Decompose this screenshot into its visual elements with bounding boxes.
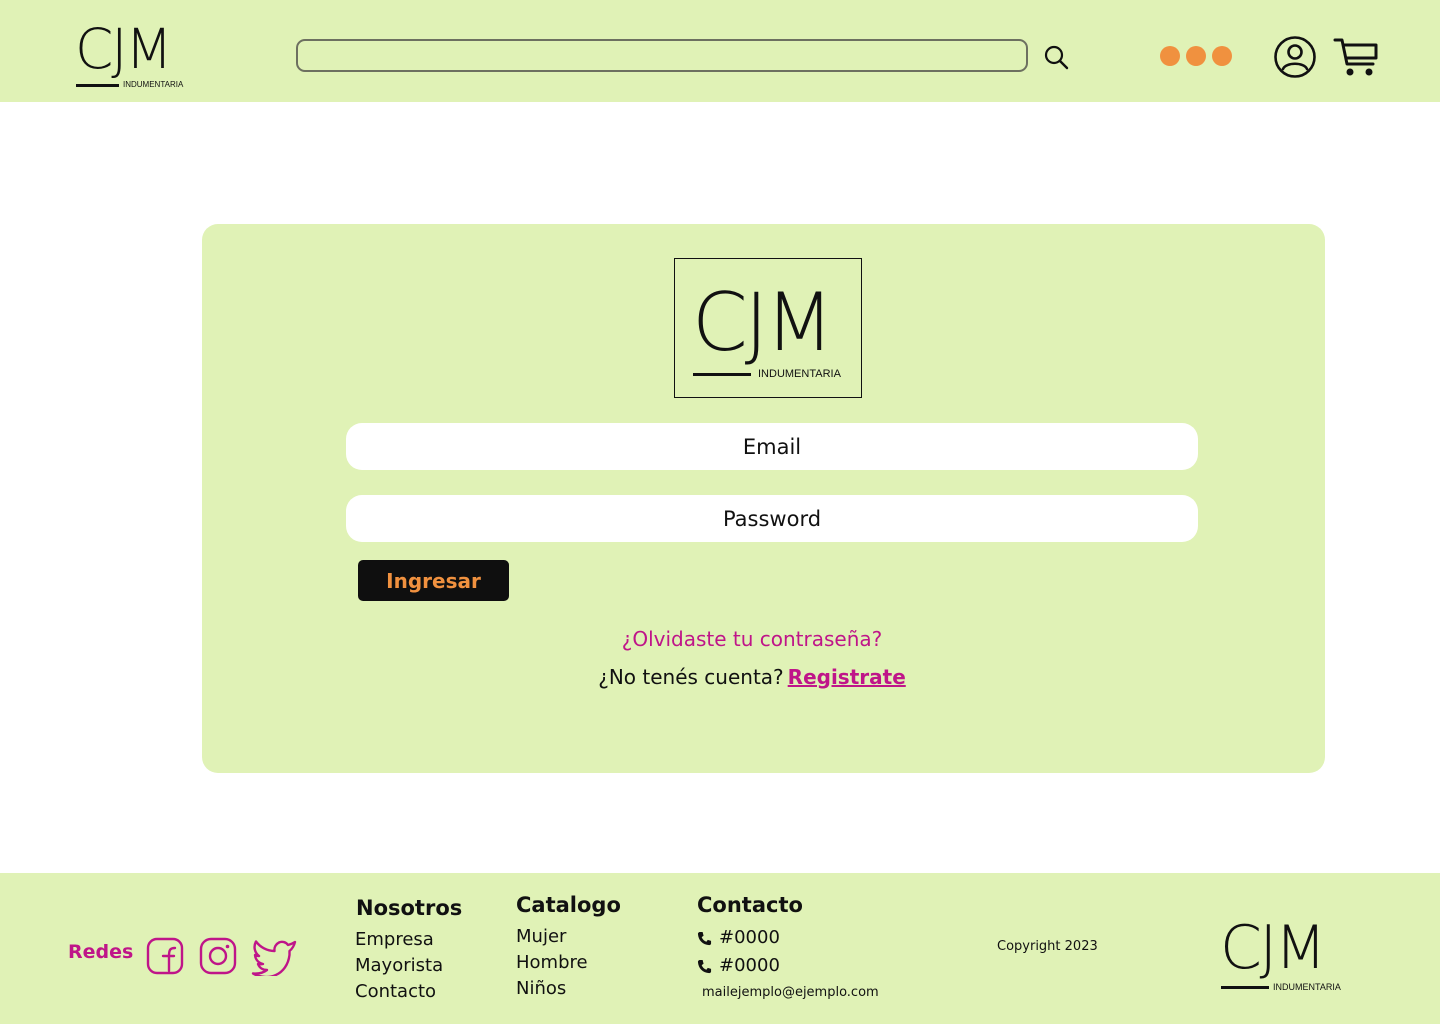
phone-icon: [697, 959, 712, 973]
contact-email[interactable]: mailejemplo@ejemplo.com: [702, 980, 879, 1006]
logo-tagline: INDUMENTARIA: [123, 80, 184, 89]
dot: [1160, 46, 1180, 66]
more-dots-icon[interactable]: [1160, 46, 1236, 66]
footer-link-ninos[interactable]: Niños: [516, 976, 621, 1002]
no-account-text: ¿No tenés cuenta?: [598, 665, 784, 689]
social-label: Redes: [68, 941, 134, 963]
logo-wordmark: CJM: [1220, 913, 1327, 983]
brand-logo[interactable]: CJM INDUMENTARIA: [75, 22, 190, 90]
logo-tagline: INDUMENTARIA: [1273, 982, 1341, 992]
register-prompt: ¿No tenés cuenta? Registrate: [0, 665, 1440, 689]
dot: [1186, 46, 1206, 66]
footer-link-mayorista[interactable]: Mayorista: [355, 953, 462, 979]
phone-number: #0000: [719, 927, 780, 948]
login-button[interactable]: Ingresar: [358, 560, 509, 601]
facebook-icon[interactable]: [146, 936, 186, 976]
footer-link-contacto[interactable]: Contacto: [355, 979, 462, 1005]
logo-wordmark: CJM: [692, 276, 834, 369]
logo-underline: [76, 84, 119, 87]
contact-phone: #0000: [697, 952, 879, 980]
footer-link-hombre[interactable]: Hombre: [516, 950, 621, 976]
logo-wordmark: CJM: [75, 17, 173, 81]
user-circle-icon: [1274, 36, 1316, 78]
column-title: Nosotros: [356, 896, 463, 920]
footer-brand-logo: CJM INDUMENTARIA: [1220, 918, 1345, 996]
dot: [1212, 46, 1232, 66]
register-link[interactable]: Registrate: [788, 665, 906, 689]
password-field[interactable]: [346, 495, 1198, 542]
footer-column-catalogo: Catalogo Mujer Hombre Niños: [516, 893, 621, 1002]
search-input[interactable]: [296, 39, 1028, 72]
email-field[interactable]: [346, 423, 1198, 470]
logo-underline: [693, 373, 751, 376]
search-button[interactable]: [1042, 43, 1070, 71]
instagram-icon[interactable]: [198, 936, 238, 976]
site-footer: Redes Nosotros Empresa Mayorista Contact…: [0, 873, 1440, 1024]
account-button[interactable]: [1273, 35, 1317, 79]
card-brand-logo: CJM INDUMENTARIA: [692, 283, 847, 383]
site-header: CJM INDUMENTARIA: [0, 0, 1440, 102]
footer-link-mujer[interactable]: Mujer: [516, 924, 621, 950]
footer-column-nosotros: Nosotros Empresa Mayorista Contacto: [355, 896, 463, 1005]
contact-phone: #0000: [697, 924, 879, 952]
twitter-icon[interactable]: [251, 936, 298, 976]
column-title: Contacto: [697, 893, 803, 917]
column-title: Catalogo: [516, 893, 621, 917]
forgot-password-link[interactable]: ¿Olvidaste tu contraseña?: [0, 627, 1440, 651]
phone-icon: [697, 931, 712, 945]
copyright-text: Copyright 2023: [997, 939, 1098, 954]
footer-link-empresa[interactable]: Empresa: [355, 927, 462, 953]
search-icon: [1044, 45, 1069, 70]
cart-button[interactable]: [1333, 36, 1379, 78]
logo-underline: [1221, 986, 1269, 989]
logo-tagline: INDUMENTARIA: [758, 368, 841, 380]
phone-number: #0000: [719, 955, 780, 976]
shopping-cart-icon: [1333, 38, 1378, 76]
footer-column-contacto: Contacto #0000 #0000 mailejemplo@ejemplo…: [697, 893, 879, 1006]
card-logo-frame: CJM INDUMENTARIA: [674, 258, 862, 398]
